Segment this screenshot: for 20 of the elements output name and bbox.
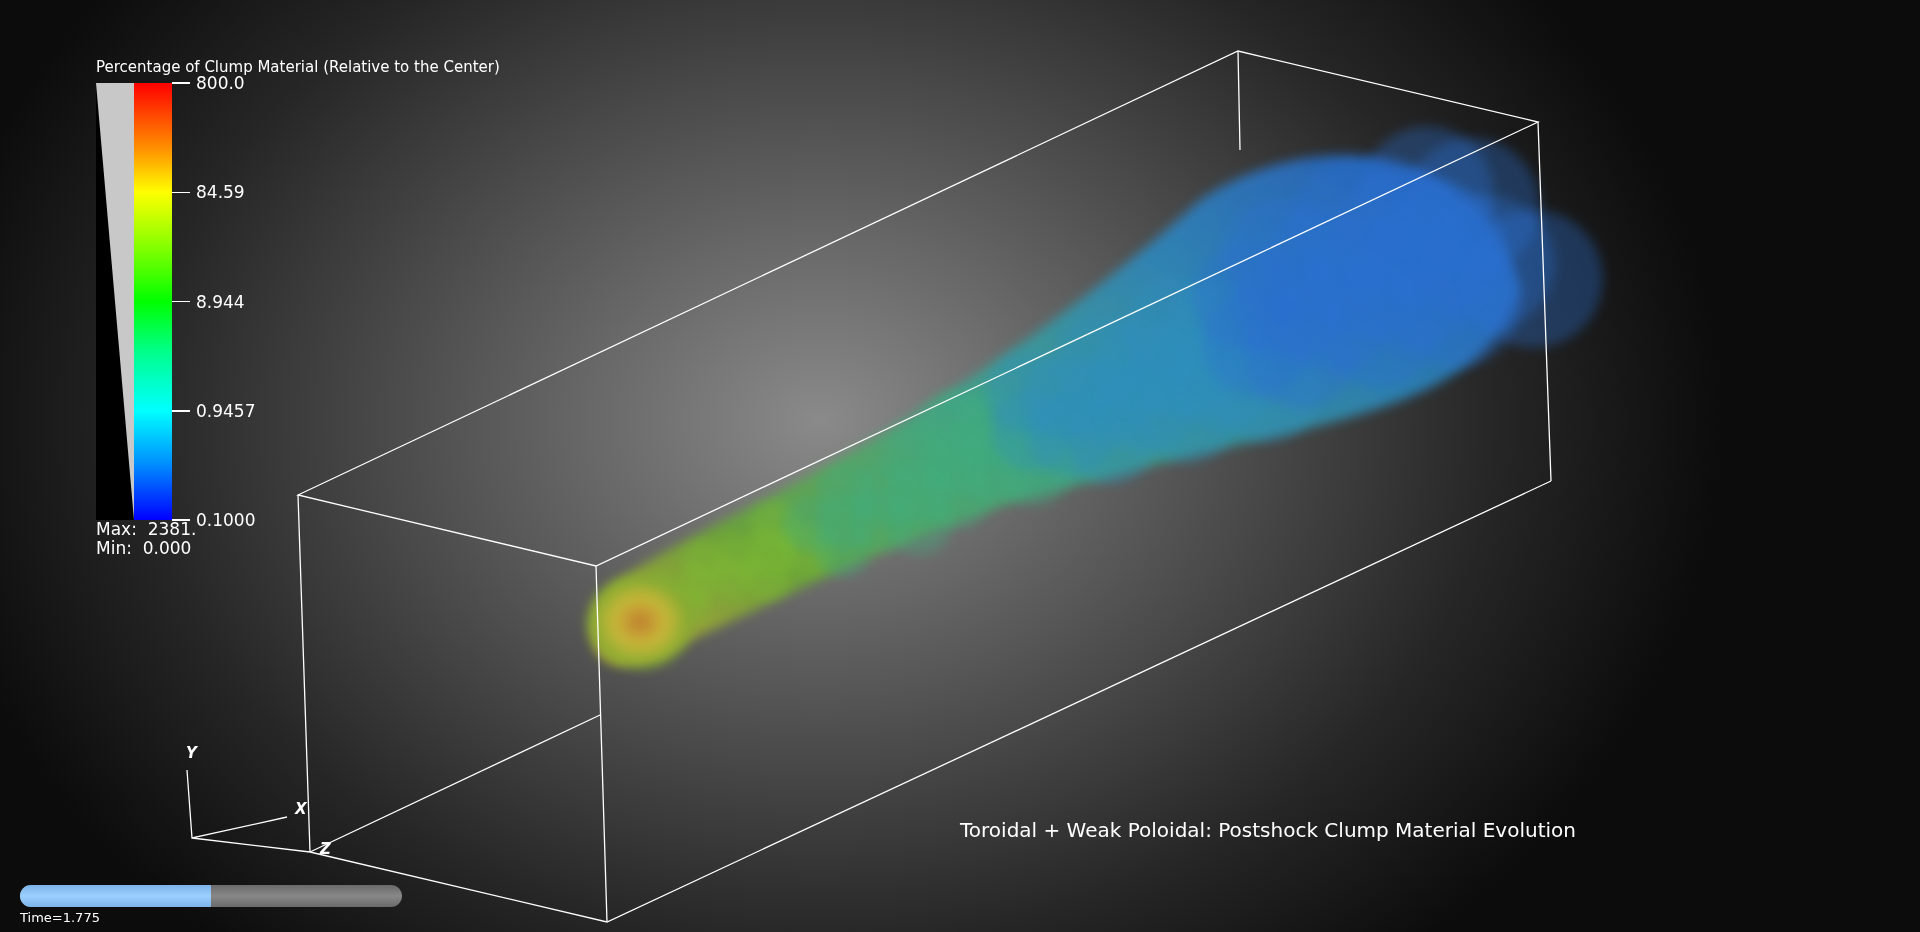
axis-label: X (295, 800, 307, 818)
tick-label: 8.944 (196, 291, 245, 312)
time-slider[interactable] (20, 885, 402, 907)
tick-mark (172, 519, 190, 521)
plot-title: Toroidal + Weak Poloidal: Postshock Clump Material Evolution (960, 818, 1576, 842)
tick-label: 0.9457 (196, 400, 256, 421)
min-value: Min: 0.000 (96, 539, 193, 558)
opacity-ramp-icon (96, 83, 134, 520)
tick-label: 84.59 (196, 182, 245, 203)
tick-mark (172, 191, 190, 193)
tick-label: 800.0 (196, 73, 245, 93)
tick-mark (172, 82, 190, 84)
tick-mark (172, 300, 190, 303)
legend-title: Percentage of Clump Material (Relative to the Center) (96, 58, 500, 76)
max-value: Max: 2381. (96, 520, 197, 539)
tick-mark (172, 410, 190, 412)
tick-label: 0.1000 (196, 510, 256, 530)
time-label: Time=1.775 (20, 910, 101, 925)
axis-label: Z (320, 840, 331, 858)
axis-label: Y (186, 744, 197, 762)
